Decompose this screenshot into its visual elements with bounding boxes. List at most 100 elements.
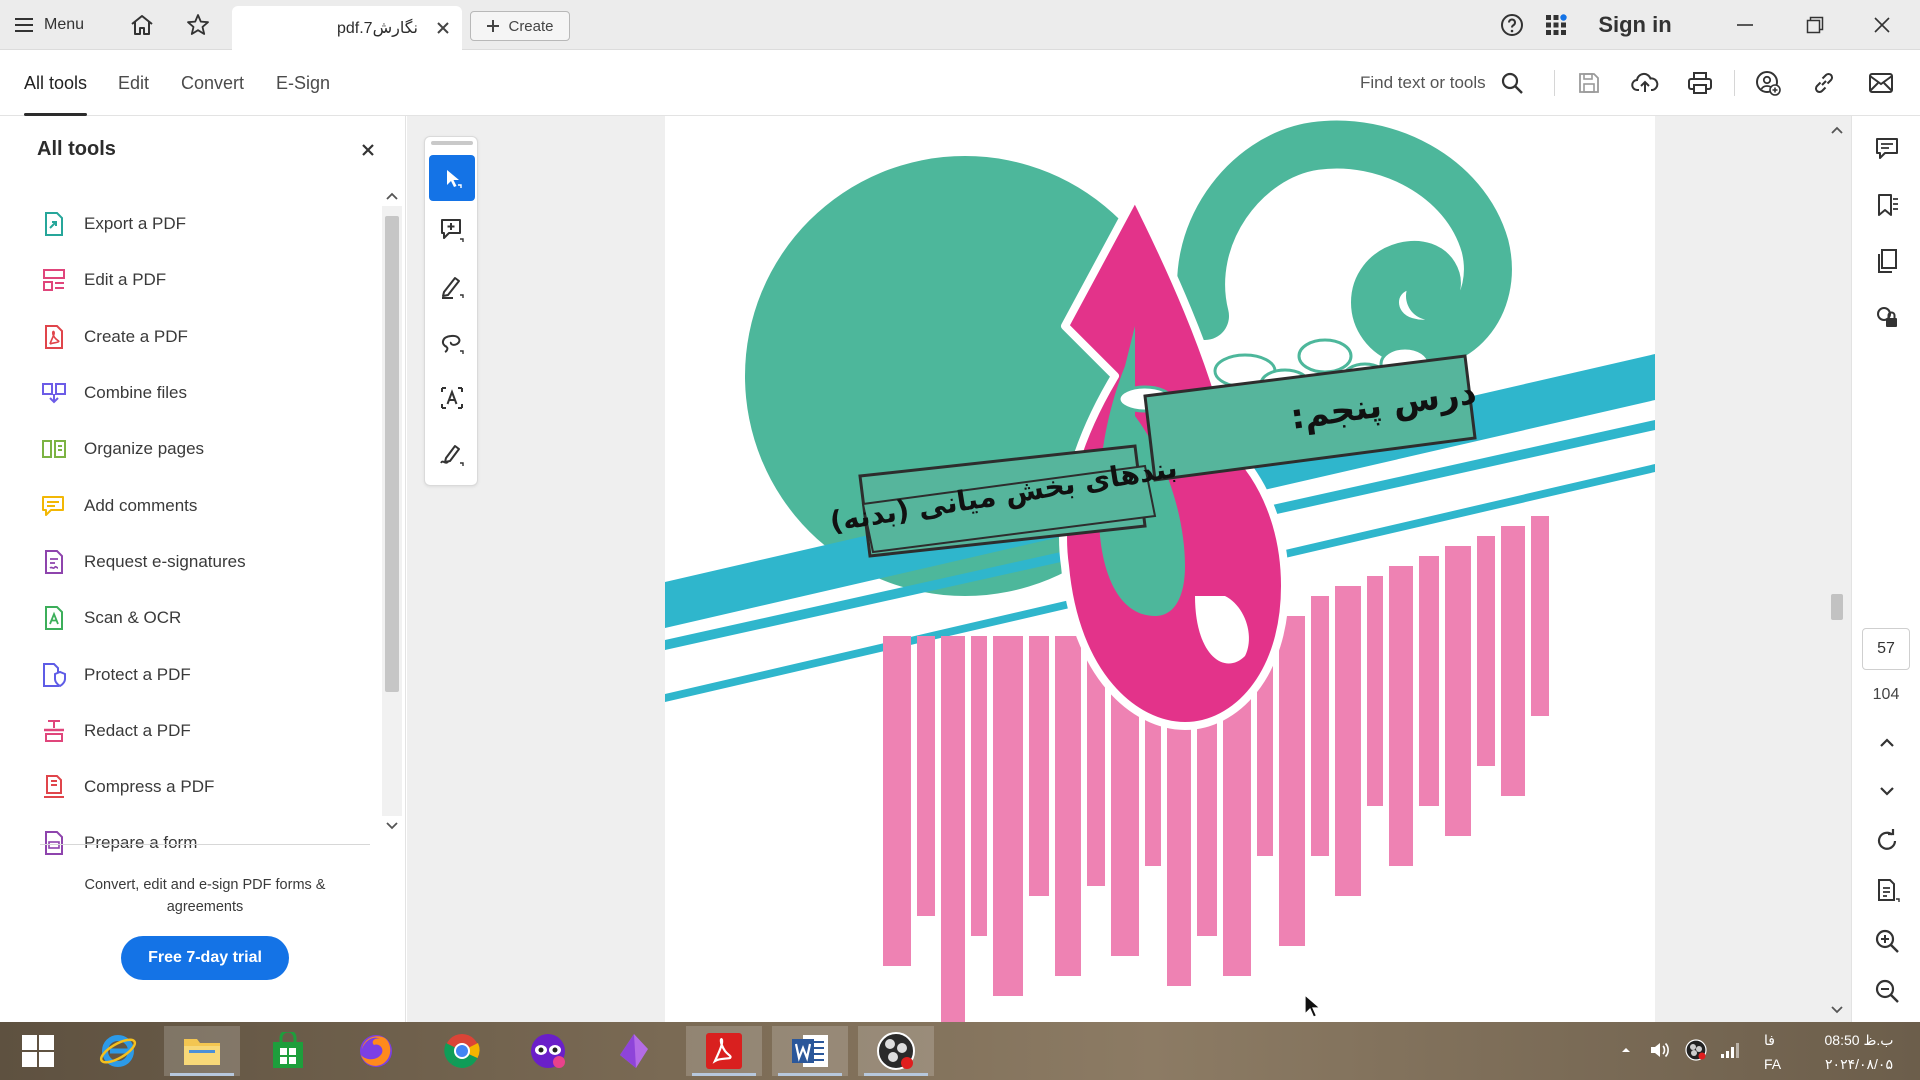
add-comment-tool-button[interactable] — [429, 207, 475, 253]
select-tool-button[interactable] — [429, 155, 475, 201]
tool-scan-ocr[interactable]: Scan & OCR — [40, 590, 370, 646]
tray-obs-button[interactable] — [1684, 1038, 1708, 1062]
rotate-button[interactable] — [1868, 822, 1906, 860]
help-icon — [1500, 13, 1524, 37]
teal-swirl — [1177, 120, 1512, 368]
scroll-down-arrow-icon[interactable] — [382, 816, 402, 836]
current-page-input[interactable]: 57 — [1862, 628, 1910, 670]
tab-all-tools[interactable]: All tools — [24, 50, 88, 116]
save-icon — [1577, 71, 1601, 95]
pages-panel-button[interactable] — [1868, 242, 1906, 280]
upload-cloud-button[interactable] — [1626, 64, 1664, 102]
draw-tool-button[interactable] — [429, 319, 475, 365]
taskbar-internet-explorer[interactable] — [80, 1026, 156, 1076]
scan-ocr-icon — [40, 604, 68, 632]
tool-create-pdf[interactable]: Create a PDF — [40, 309, 370, 365]
highlight-tool-button[interactable] — [429, 263, 475, 309]
taskbar-chrome[interactable] — [424, 1026, 500, 1076]
tab-edit[interactable]: Edit — [118, 50, 149, 116]
clock-time[interactable]: 08:50 ب.ظ — [1806, 1032, 1912, 1049]
email-button[interactable] — [1862, 64, 1900, 102]
pdf-page[interactable]: درس پنجم: بندهای بخش میانی (بدنه) — [665, 116, 1655, 1022]
lock-file-icon — [1874, 304, 1900, 330]
find-text-or-tools[interactable]: Find text or tools — [1360, 50, 1524, 116]
comments-panel-button[interactable] — [1868, 130, 1906, 168]
document-tab[interactable]: نگارش7.pdf — [232, 6, 462, 50]
close-panel-button[interactable] — [356, 138, 380, 162]
page-scrollbar[interactable] — [1826, 120, 1848, 1020]
cursor-arrow-icon — [441, 167, 463, 189]
tool-add-comments[interactable]: Add comments — [40, 477, 370, 533]
tool-label: Export a PDF — [84, 214, 187, 234]
protect-panel-button[interactable] — [1868, 298, 1906, 336]
scroll-thumb[interactable] — [1831, 594, 1843, 620]
taskbar-app-mask[interactable] — [510, 1026, 586, 1076]
text-box-icon — [439, 385, 465, 411]
link-icon — [1811, 70, 1837, 96]
tab-convert[interactable]: Convert — [181, 50, 244, 116]
tool-protect-pdf[interactable]: Protect a PDF — [40, 646, 370, 702]
zoom-out-button[interactable] — [1868, 972, 1906, 1010]
tray-volume-button[interactable] — [1648, 1038, 1672, 1062]
taskbar-firefox[interactable] — [338, 1026, 414, 1076]
panel-divider — [40, 844, 370, 845]
scroll-up-arrow-icon[interactable] — [1827, 120, 1847, 140]
scroll-up-arrow-icon[interactable] — [382, 186, 402, 206]
tab-esign[interactable]: E-Sign — [276, 50, 330, 116]
home-button[interactable] — [122, 0, 162, 50]
export-pdf-icon — [40, 210, 68, 238]
create-button[interactable]: Create — [470, 11, 570, 41]
apps-button[interactable] — [1536, 0, 1576, 50]
tool-edit-pdf[interactable]: Edit a PDF — [40, 252, 370, 308]
panel-title: All tools — [37, 138, 116, 160]
page-display-button[interactable] — [1868, 872, 1906, 910]
print-button[interactable] — [1681, 64, 1719, 102]
tool-redact-pdf[interactable]: Redact a PDF — [40, 703, 370, 759]
help-button[interactable] — [1494, 0, 1530, 50]
previous-page-button[interactable] — [1868, 724, 1906, 762]
favorite-button[interactable] — [178, 0, 218, 50]
minimize-button[interactable] — [1725, 0, 1765, 50]
chevron-up-icon — [1879, 738, 1895, 748]
copy-link-button[interactable] — [1805, 64, 1843, 102]
close-window-button[interactable] — [1862, 0, 1902, 50]
input-language-code[interactable]: FA — [1764, 1056, 1781, 1072]
share-user-button[interactable] — [1749, 64, 1787, 102]
obs-recorder-icon — [875, 1030, 917, 1072]
tool-combine-files[interactable]: Combine files — [40, 365, 370, 421]
text-tool-button[interactable] — [429, 375, 475, 421]
free-trial-button[interactable]: Free 7-day trial — [121, 936, 289, 980]
clock-date[interactable]: ۲۰۲۴/۰۸/۰۵ — [1806, 1056, 1912, 1073]
menu-button[interactable]: Menu — [14, 0, 104, 50]
tray-overflow-button[interactable] — [1614, 1038, 1638, 1062]
taskbar-store[interactable] — [250, 1026, 326, 1076]
close-tab-icon[interactable] — [436, 21, 450, 35]
start-button[interactable] — [0, 1026, 76, 1076]
taskbar-app-purple[interactable] — [596, 1026, 672, 1076]
save-button[interactable] — [1570, 64, 1608, 102]
restore-icon — [1806, 16, 1824, 34]
tool-organize-pages[interactable]: Organize pages — [40, 421, 370, 477]
tool-prepare-form[interactable]: Prepare a form — [40, 815, 370, 862]
tools-scrollbar[interactable] — [382, 186, 402, 836]
zoom-in-button[interactable] — [1868, 922, 1906, 960]
scroll-thumb[interactable] — [385, 216, 399, 692]
tool-export-pdf[interactable]: Export a PDF — [40, 196, 370, 252]
taskbar-obs[interactable] — [858, 1026, 934, 1076]
taskbar-file-explorer[interactable] — [164, 1026, 240, 1076]
bookmarks-panel-button[interactable] — [1868, 186, 1906, 224]
drag-grip[interactable] — [431, 141, 473, 145]
taskbar-acrobat[interactable] — [686, 1026, 762, 1076]
next-page-button[interactable] — [1868, 772, 1906, 810]
sign-tool-button[interactable] — [429, 431, 475, 477]
sign-in-button[interactable]: Sign in — [1590, 0, 1680, 50]
tool-request-esignatures[interactable]: Request e-signatures — [40, 534, 370, 590]
edit-pdf-icon — [40, 266, 68, 294]
restore-button[interactable] — [1795, 0, 1835, 50]
scroll-down-arrow-icon[interactable] — [1827, 1000, 1847, 1020]
taskbar-word[interactable] — [772, 1026, 848, 1076]
tool-compress-pdf[interactable]: Compress a PDF — [40, 759, 370, 815]
create-label: Create — [508, 17, 554, 35]
tray-network-button[interactable] — [1718, 1038, 1742, 1062]
input-language-native[interactable]: فا — [1764, 1032, 1775, 1049]
